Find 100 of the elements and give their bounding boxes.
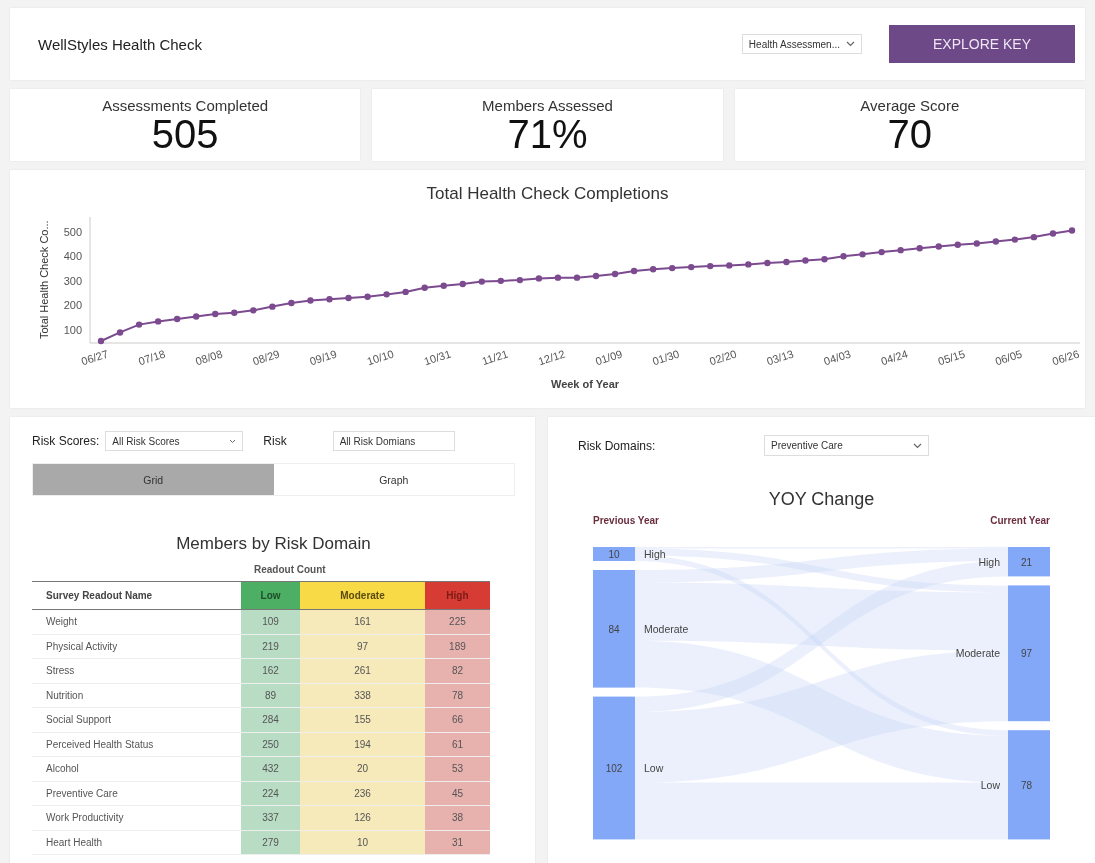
table-cell: Physical Activity bbox=[32, 634, 241, 659]
table-cell: Heart Health bbox=[32, 830, 241, 855]
data-point bbox=[288, 299, 295, 307]
data-point bbox=[383, 291, 390, 298]
data-point bbox=[1049, 230, 1057, 237]
data-point bbox=[269, 303, 276, 310]
node-label: High bbox=[644, 548, 666, 560]
filter-label: Risk bbox=[263, 434, 287, 448]
data-point bbox=[649, 266, 657, 273]
data-point bbox=[764, 259, 771, 267]
view-tab[interactable]: Grid bbox=[33, 464, 274, 495]
data-point bbox=[231, 309, 238, 316]
table-cell: 338 bbox=[300, 683, 425, 708]
node-label: Low bbox=[644, 762, 664, 774]
data-point bbox=[992, 238, 1000, 245]
kpi-label: Average Score bbox=[860, 97, 960, 114]
group-header: Readout Count bbox=[254, 564, 326, 575]
data-point bbox=[497, 277, 504, 285]
node-value: 97 bbox=[1021, 648, 1033, 660]
explore-key-button[interactable]: EXPLORE KEY bbox=[889, 25, 1075, 63]
table-cell: 109 bbox=[241, 609, 301, 634]
data-point bbox=[154, 318, 162, 325]
data-point bbox=[783, 258, 790, 266]
column-header: Moderate bbox=[300, 581, 425, 610]
table-cell: 97 bbox=[300, 634, 425, 659]
column-header: High bbox=[424, 581, 490, 610]
column-label: Current Year bbox=[990, 515, 1050, 526]
data-point bbox=[916, 245, 923, 252]
table-cell: Work Productivity bbox=[32, 805, 241, 830]
x-tick-label: 06/27 bbox=[79, 347, 110, 368]
data-point bbox=[459, 280, 466, 288]
node-value: 21 bbox=[1021, 556, 1033, 568]
table-cell: 236 bbox=[300, 781, 425, 806]
filter-label: Risk Domains: bbox=[578, 438, 657, 453]
node-label: Moderate bbox=[955, 647, 1000, 660]
data-point bbox=[535, 275, 543, 282]
data-point bbox=[364, 293, 371, 300]
kpi-label: Assessments Completed bbox=[102, 97, 269, 114]
filter-dropdown[interactable]: All Risk Domians bbox=[332, 431, 455, 451]
app-title: WellStyles Health Check bbox=[38, 35, 202, 53]
node-value: 84 bbox=[608, 623, 620, 635]
data-point bbox=[1011, 236, 1019, 243]
table-cell: 194 bbox=[300, 732, 425, 757]
sankey-node bbox=[1008, 547, 1050, 577]
table-cell: 161 bbox=[300, 609, 425, 634]
data-point bbox=[802, 257, 809, 264]
node-value: 10 bbox=[608, 549, 620, 560]
data-point bbox=[745, 261, 752, 268]
table-cell: 432 bbox=[241, 756, 301, 781]
data-point bbox=[326, 296, 333, 303]
assessment-dropdown[interactable]: Health Assessmen... bbox=[741, 34, 862, 54]
data-point bbox=[212, 310, 219, 318]
filter-label: Risk Scores: bbox=[32, 434, 100, 448]
x-tick-label: 10/10 bbox=[365, 347, 396, 368]
table-cell: Nutrition bbox=[32, 683, 241, 708]
data-point bbox=[173, 315, 181, 323]
table-title: Members by Risk Domain bbox=[176, 534, 371, 554]
data-point bbox=[611, 270, 619, 278]
x-tick-label: 05/15 bbox=[936, 347, 967, 368]
filter-dropdown[interactable]: All Risk Scores bbox=[105, 431, 244, 451]
data-point bbox=[1068, 227, 1076, 234]
x-tick-label: 07/18 bbox=[136, 347, 167, 368]
data-point bbox=[954, 241, 961, 248]
data-point bbox=[592, 272, 600, 280]
sankey-title: YOY Change bbox=[768, 489, 875, 510]
node-value: 78 bbox=[1021, 779, 1033, 791]
data-point bbox=[421, 284, 428, 291]
data-point bbox=[345, 294, 352, 302]
data-point bbox=[116, 329, 124, 336]
table-cell: 337 bbox=[241, 805, 301, 830]
table-cell: Social Support bbox=[32, 707, 241, 732]
data-point bbox=[630, 267, 638, 275]
data-point bbox=[97, 337, 105, 345]
data-point bbox=[707, 262, 714, 270]
node-label: Low bbox=[980, 778, 1000, 791]
kpi-value: 505 bbox=[151, 114, 219, 154]
data-point bbox=[859, 251, 866, 258]
table-cell: 261 bbox=[300, 658, 425, 683]
x-tick-label: 09/19 bbox=[308, 347, 339, 368]
filter-dropdown[interactable]: Preventive Care bbox=[764, 435, 929, 456]
node-label: Moderate bbox=[644, 622, 689, 635]
caret-icon bbox=[229, 438, 237, 444]
data-point bbox=[478, 278, 485, 285]
data-point bbox=[402, 288, 409, 296]
x-tick-label: 03/13 bbox=[765, 347, 796, 368]
data-point bbox=[878, 248, 885, 256]
node-label: High bbox=[978, 555, 1000, 568]
table-cell: 20 bbox=[300, 756, 425, 781]
x-tick-label: 04/03 bbox=[822, 347, 853, 368]
x-tick-label: 10/31 bbox=[422, 347, 453, 368]
x-tick-label: 02/20 bbox=[708, 347, 738, 368]
data-point bbox=[554, 274, 562, 281]
data-point bbox=[726, 262, 733, 269]
table-cell: Weight bbox=[32, 609, 241, 634]
x-tick-label: 11/21 bbox=[480, 347, 510, 368]
data-point bbox=[573, 274, 581, 281]
kpi-label: Members Assessed bbox=[482, 97, 613, 114]
sankey-node bbox=[593, 547, 635, 561]
y-tick-label: 500 bbox=[63, 225, 82, 238]
data-point bbox=[840, 253, 847, 260]
